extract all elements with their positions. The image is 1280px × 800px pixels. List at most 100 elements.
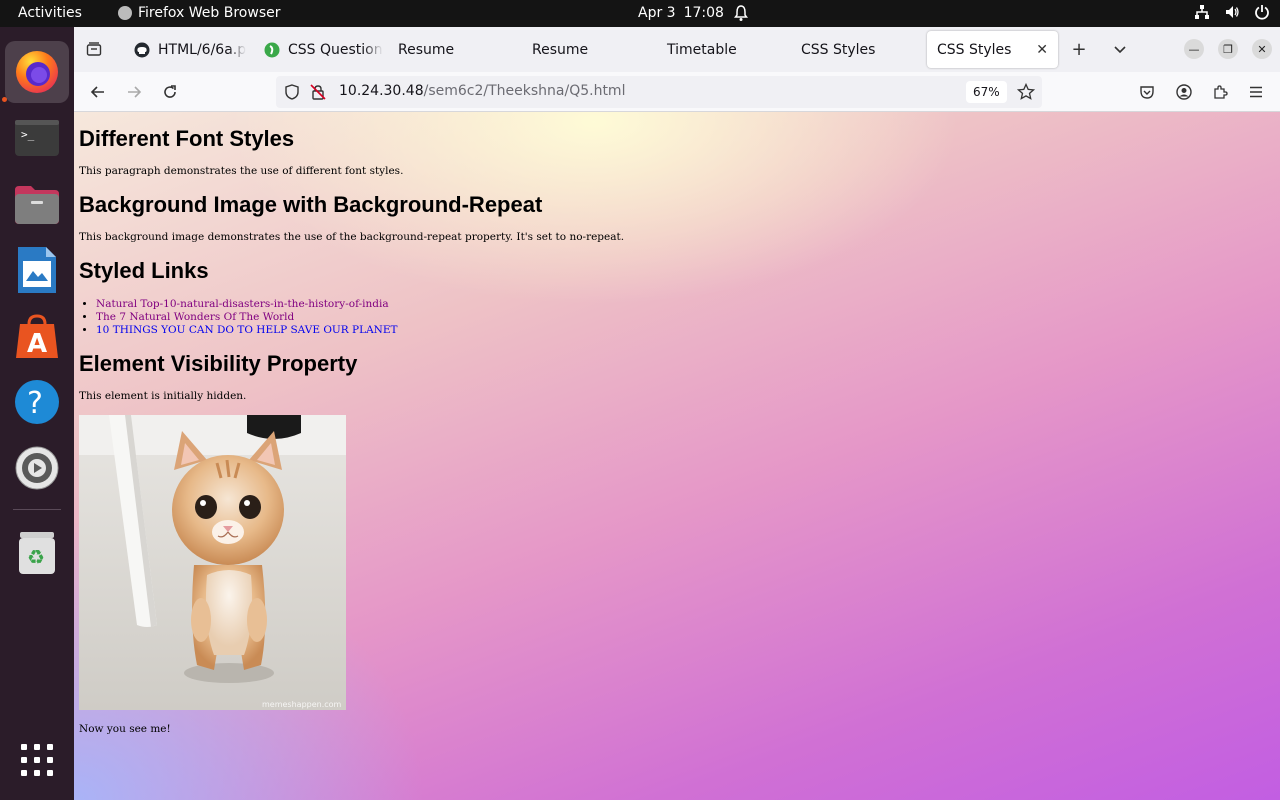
kitten-image: memeshappen.com: [79, 415, 346, 710]
dock-app-center[interactable]: A: [5, 305, 69, 367]
app-center-icon: A: [16, 314, 58, 358]
maximize-button[interactable]: ❐: [1218, 39, 1238, 59]
account-icon: [1176, 84, 1192, 100]
back-button[interactable]: [86, 80, 110, 104]
list-item: Natural Top-10-natural-disasters-in-the-…: [96, 298, 398, 311]
insecure-lock-icon[interactable]: [310, 84, 326, 100]
plus-icon: +: [1071, 38, 1087, 60]
tab-resume-2[interactable]: Resume: [522, 31, 652, 68]
dock-separator: [13, 509, 61, 510]
navigation-toolbar: 10.24.30.48/sem6c2/Theekshna/Q5.html 67%: [74, 72, 1280, 112]
link-natural-wonders[interactable]: The 7 Natural Wonders Of The World: [96, 311, 294, 323]
tab-label: Resume: [532, 41, 589, 58]
system-tray[interactable]: [1194, 4, 1270, 20]
show-apps-grid-icon: [21, 744, 53, 776]
chevron-down-icon: [1114, 46, 1126, 54]
list-all-tabs-button[interactable]: [1108, 37, 1132, 61]
link-save-planet[interactable]: 10 THINGS YOU CAN DO TO HELP SAVE OUR PL…: [96, 324, 398, 336]
close-icon: ✕: [1257, 42, 1267, 56]
trash-icon: ♻: [19, 532, 55, 574]
close-window-button[interactable]: ✕: [1252, 39, 1272, 59]
paragraph-hidden-element: This element is initially hidden.: [79, 390, 247, 402]
restore-icon: ❐: [1223, 42, 1233, 56]
svg-text:>_: >_: [21, 128, 35, 141]
dock-writer[interactable]: [5, 239, 69, 301]
paragraph-font-styles: This paragraph demonstrates the use of d…: [79, 165, 404, 177]
power-icon: [1255, 5, 1269, 20]
app-menu[interactable]: Firefox Web Browser: [118, 5, 281, 21]
tab-resume-1[interactable]: Resume: [388, 31, 518, 68]
heading-background-image: Background Image with Background-Repeat: [79, 192, 543, 217]
puzzle-piece-icon: [1214, 85, 1228, 99]
tab-css-styles-1[interactable]: CSS Styles: [791, 31, 921, 68]
tab-label: CSS Styles: [801, 41, 876, 58]
dock-trash[interactable]: ♻: [5, 521, 69, 583]
clock-date: Apr 3: [638, 5, 676, 21]
bookmark-star-icon[interactable]: [1017, 83, 1035, 101]
volume-icon: [1226, 6, 1239, 18]
list-item: The 7 Natural Wonders Of The World: [96, 311, 398, 324]
network-icon: [1195, 5, 1209, 19]
terminal-icon: >_: [15, 120, 59, 156]
dock-settings[interactable]: [5, 437, 69, 499]
reload-button[interactable]: [158, 80, 182, 104]
firefox-view-icon: [86, 42, 102, 56]
dock-files[interactable]: [5, 173, 69, 235]
url-bar[interactable]: 10.24.30.48/sem6c2/Theekshna/Q5.html 67%: [276, 76, 1042, 108]
help-icon: ?: [15, 380, 59, 424]
dock-terminal[interactable]: >_: [5, 107, 69, 169]
tab-html[interactable]: HTML/6/6a.p: [124, 31, 250, 68]
app-menu-button[interactable]: [1244, 80, 1268, 104]
green-leaf-icon: [264, 42, 280, 57]
files-icon: [15, 186, 59, 224]
firefox-small-icon: [118, 6, 132, 20]
heading-styled-links: Styled Links: [79, 258, 209, 283]
back-arrow-icon: [90, 86, 104, 98]
tab-label: Resume: [398, 41, 455, 58]
firefox-window: HTML/6/6a.p CSS Question Resume Resume T…: [74, 27, 1280, 800]
forward-button[interactable]: [122, 80, 146, 104]
account-button[interactable]: [1172, 80, 1196, 104]
dock: >_ A ? ♻: [0, 27, 74, 800]
url-path: /sem6c2/Theekshna/Q5.html: [423, 83, 626, 99]
clock-time: 17:08: [683, 5, 724, 21]
tab-label: Timetable: [667, 41, 737, 58]
forward-arrow-icon: [128, 86, 142, 98]
settings-icon: [15, 446, 59, 490]
svg-text:♻: ♻: [27, 545, 45, 569]
firefox-icon: [16, 51, 58, 93]
paragraph-background-repeat: This background image demonstrates the u…: [79, 231, 625, 243]
dock-show-apps[interactable]: [5, 729, 69, 791]
tab-label: CSS Styles: [937, 41, 1012, 58]
tab-label: CSS Question: [288, 41, 383, 58]
writer-icon: [18, 247, 56, 293]
new-tab-button[interactable]: +: [1067, 37, 1091, 61]
list-item: 10 THINGS YOU CAN DO TO HELP SAVE OUR PL…: [96, 324, 398, 337]
heading-visibility: Element Visibility Property: [79, 351, 358, 376]
tab-css-styles-active[interactable]: CSS Styles ✕: [927, 31, 1058, 68]
svg-text:A: A: [27, 329, 47, 358]
link-natural-disasters[interactable]: Natural Top-10-natural-disasters-in-the-…: [96, 298, 389, 310]
github-icon: [134, 42, 150, 57]
minimize-icon: —: [1188, 42, 1200, 56]
tab-css-question[interactable]: CSS Question: [254, 31, 384, 68]
reload-icon: [164, 85, 176, 98]
paragraph-visible: Now you see me!: [79, 723, 171, 735]
activities-button[interactable]: Activities: [18, 5, 82, 21]
dock-help[interactable]: ?: [5, 371, 69, 433]
svg-text:?: ?: [27, 386, 43, 421]
extensions-button[interactable]: [1208, 80, 1232, 104]
page-viewport[interactable]: Different Font Styles This paragraph dem…: [74, 112, 1280, 800]
pocket-icon: [1140, 86, 1154, 99]
firefox-view-button[interactable]: [82, 37, 106, 61]
dock-firefox[interactable]: [5, 41, 69, 103]
tab-close-icon[interactable]: ✕: [1036, 42, 1048, 58]
zoom-reset-button[interactable]: 67%: [966, 81, 1007, 103]
clock[interactable]: Apr 3 17:08: [638, 5, 724, 21]
url-text[interactable]: 10.24.30.48/sem6c2/Theekshna/Q5.html: [339, 83, 625, 99]
minimize-button[interactable]: —: [1184, 39, 1204, 59]
shield-icon[interactable]: [284, 84, 300, 100]
tab-timetable[interactable]: Timetable: [657, 31, 787, 68]
hamburger-menu-icon: [1250, 86, 1262, 98]
pocket-button[interactable]: [1135, 80, 1159, 104]
